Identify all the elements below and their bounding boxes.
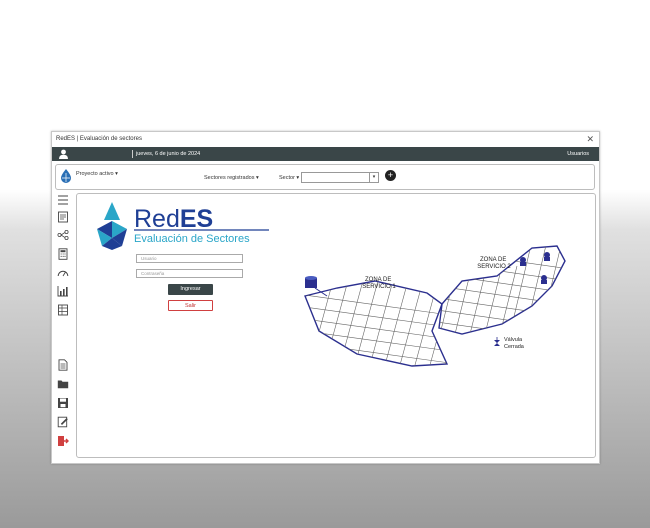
- password-input[interactable]: Contraseña: [136, 269, 243, 278]
- sector-label: Sector ▾: [279, 175, 300, 181]
- closed-valve-icon: [494, 337, 500, 346]
- zone2-label: ZONA DE SERVICIO 2: [477, 257, 511, 270]
- brand-logo: RedES Evaluación de Sectores: [97, 202, 269, 250]
- user-bar: jueves, 6 de junio de 2024 Usuarios: [52, 147, 599, 161]
- folder-icon[interactable]: [57, 378, 69, 390]
- calculator-icon[interactable]: [57, 248, 69, 260]
- project-toolbar: Proyecto activo ▾ Sectores registrados ▾…: [55, 164, 595, 190]
- tank-icon: [305, 276, 317, 288]
- gauge-icon[interactable]: [57, 267, 69, 279]
- username-input[interactable]: Usuario: [136, 254, 243, 263]
- report-icon[interactable]: [57, 211, 69, 223]
- sector-select[interactable]: ▾: [301, 172, 379, 183]
- password-placeholder: Contraseña: [141, 271, 165, 276]
- document-icon[interactable]: [57, 359, 69, 371]
- valve-label: Válvula Cerrada: [504, 337, 525, 350]
- app-logo-icon: [61, 169, 71, 183]
- users-menu[interactable]: Usuarios: [567, 151, 589, 157]
- exit-button[interactable]: Salir: [168, 300, 213, 311]
- registered-sectors-dropdown[interactable]: Sectores registrados ▾: [204, 175, 259, 181]
- add-sector-button[interactable]: +: [385, 170, 396, 181]
- exit-icon[interactable]: [57, 435, 69, 447]
- active-project-dropdown[interactable]: Proyecto activo ▾: [76, 171, 118, 177]
- chevron-down-icon[interactable]: ▾: [369, 173, 378, 182]
- drop-logo-icon: [97, 202, 127, 250]
- login-button[interactable]: Ingresar: [168, 284, 213, 295]
- window-title: RedES | Evaluación de sectores: [56, 136, 142, 142]
- main-panel: RedES Evaluación de Sectores Usuario Con…: [76, 193, 596, 458]
- zone1-label: ZONA DE SERVICIO 1: [362, 277, 396, 290]
- current-date: jueves, 6 de junio de 2024: [136, 151, 201, 157]
- close-icon[interactable]: ✕: [586, 134, 594, 145]
- username-placeholder: Usuario: [141, 256, 157, 261]
- sidebar: [55, 194, 71, 459]
- supply-pipe: [314, 287, 328, 297]
- user-icon[interactable]: [58, 149, 69, 159]
- divider: [132, 150, 133, 158]
- app-window: RedES | Evaluación de sectores ✕ jueves,…: [51, 131, 600, 464]
- table-icon[interactable]: [57, 304, 69, 316]
- service-zones-diagram: ZONA DE SERVICIO 1 ZONA DE SERVICIO 2 Vá…: [304, 245, 566, 367]
- chart-icon[interactable]: [57, 285, 69, 297]
- brand-name: RedES: [134, 205, 213, 233]
- brand-subtitle: Evaluación de Sectores: [134, 233, 250, 245]
- pressure-point-icons: [520, 252, 550, 284]
- edit-icon[interactable]: [57, 416, 69, 428]
- title-bar: RedES | Evaluación de sectores ✕: [52, 132, 599, 147]
- network-icon[interactable]: [57, 229, 69, 241]
- save-icon[interactable]: [57, 397, 69, 409]
- menu-icon[interactable]: [57, 194, 69, 206]
